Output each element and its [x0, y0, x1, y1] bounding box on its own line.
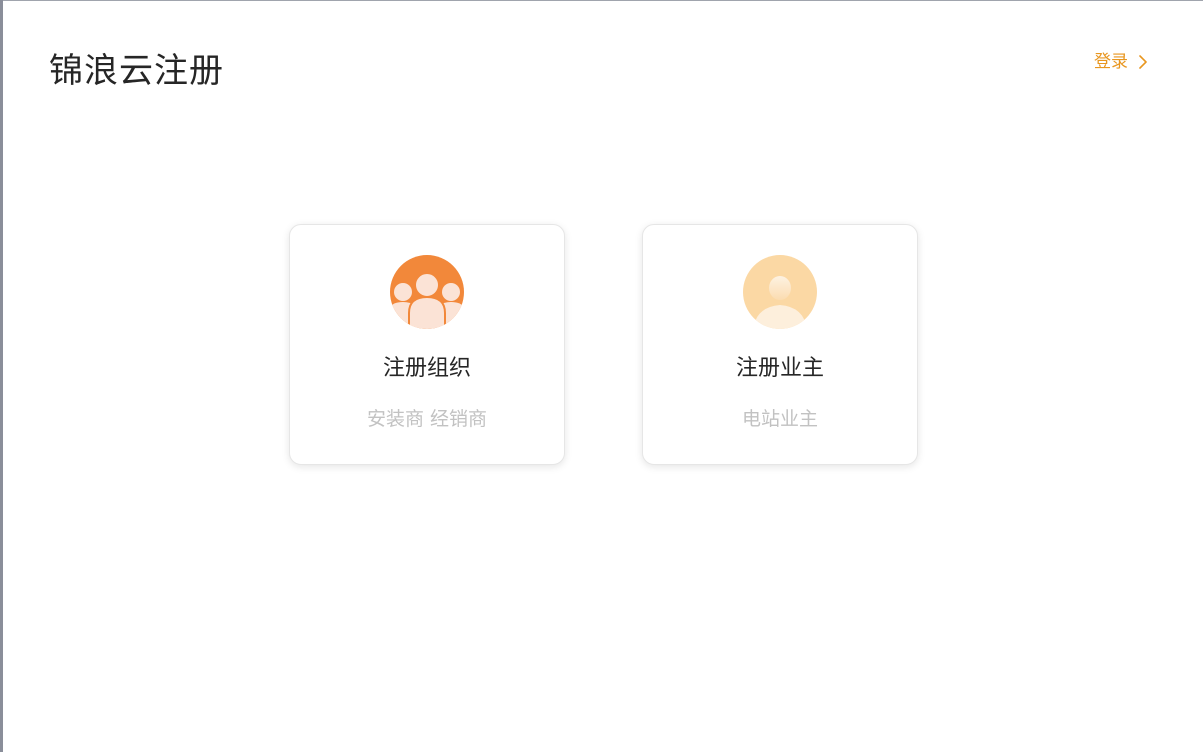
register-owner-card[interactable]: 注册业主 电站业主: [642, 224, 918, 465]
card-subtitle: 安装商 经销商: [366, 408, 488, 430]
card-subtitle: 电站业主: [741, 408, 818, 430]
card-title: 注册业主: [735, 356, 824, 381]
page-title: 锦浪云注册: [49, 51, 224, 91]
group-users-icon: [390, 255, 464, 329]
register-organization-card[interactable]: 注册组织 安装商 经销商: [289, 224, 565, 465]
single-user-icon: [743, 255, 817, 329]
chevron-right-icon: [1139, 55, 1147, 69]
card-title: 注册组织: [382, 356, 471, 381]
login-label: 登录: [1094, 52, 1128, 72]
window-left-border: [0, 0, 3, 752]
login-link[interactable]: 登录: [1094, 49, 1148, 75]
window-top-border: [0, 0, 1203, 1]
